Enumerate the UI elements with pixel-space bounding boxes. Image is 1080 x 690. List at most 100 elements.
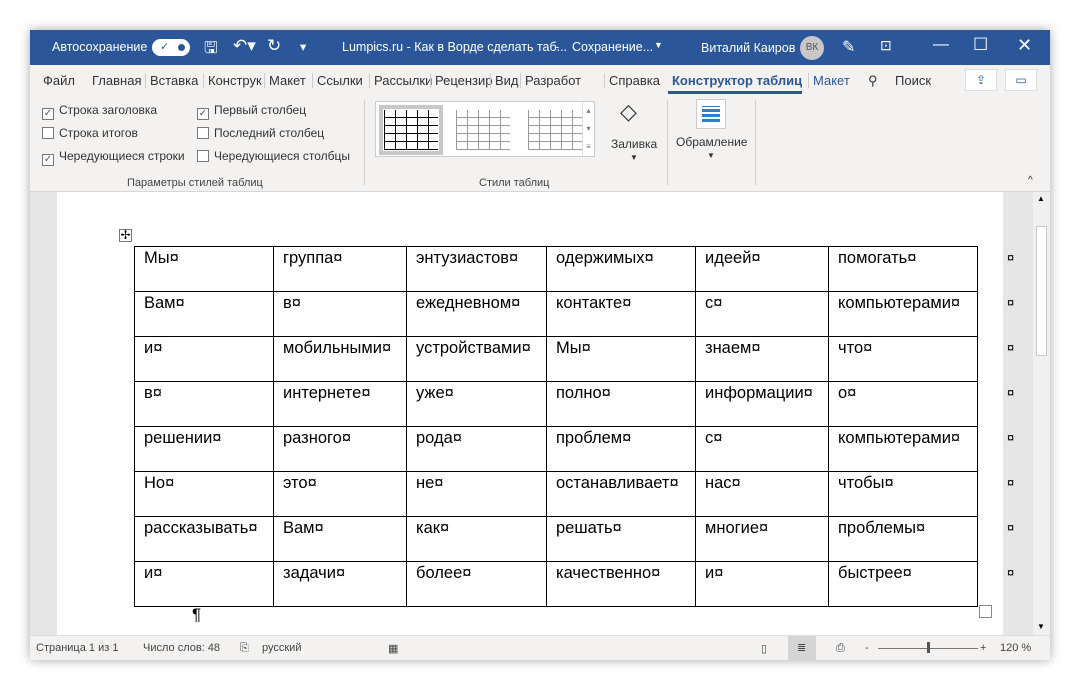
table-style-plain[interactable] [456,110,510,150]
search-icon[interactable]: ⚲ [868,73,878,89]
table-cell[interactable]: контакте¤ [546,291,696,337]
tab-layout[interactable]: Макет [264,73,306,88]
table-cell[interactable]: полно¤ [546,381,696,427]
checkbox-first-column[interactable]: ✓ Первый столбец [197,103,306,120]
table-cell[interactable]: группа¤ [273,246,407,292]
table-cell[interactable]: это¤ [273,471,407,517]
save-icon[interactable]: 🖫 [204,37,218,64]
table-cell[interactable]: решать¤ [546,516,696,562]
page-count[interactable]: Страница 1 из 1 [36,642,118,654]
table-cell[interactable]: в¤ [134,381,274,427]
table-cell[interactable]: не¤ [406,471,547,517]
share-icon[interactable]: ⇪ [965,69,997,91]
table-cell[interactable]: чтобы¤ [828,471,978,517]
table-cell[interactable]: компьютерами¤ [828,291,978,337]
borders-button[interactable]: Обрамление [676,135,747,149]
print-layout-icon[interactable]: ≣ [788,636,816,660]
shading-icon[interactable]: ◇ [620,99,637,125]
tab-insert[interactable]: Вставка [145,73,198,88]
table-cell[interactable]: рода¤ [406,426,547,472]
table-cell[interactable]: о¤ [828,381,978,427]
table-move-handle[interactable]: ✢ [119,229,132,242]
table-cell[interactable]: Вам¤ [273,516,407,562]
table-cell[interactable]: интернете¤ [273,381,407,427]
table-cell[interactable]: идеей¤ [695,246,829,292]
chevron-down-icon[interactable]: ▼ [654,40,663,50]
table-cell[interactable]: проблем¤ [546,426,696,472]
tab-table-design[interactable]: Конструктор таблиц [668,73,803,94]
comments-icon[interactable]: ▭ [1005,69,1037,91]
tab-design[interactable]: Конструк [203,73,262,88]
borders-icon[interactable] [696,99,726,129]
checkbox-banded-rows[interactable]: ✓ Чередующиеся строки [42,149,185,166]
checkbox-last-column[interactable]: Последний столбец [197,126,324,140]
undo-icon[interactable]: ↶▾ [233,36,256,56]
table-cell[interactable]: проблемы¤ [828,516,978,562]
proofing-icon[interactable]: ⎘ [240,642,249,655]
table-style-light[interactable] [528,110,582,150]
table-cell[interactable]: Но¤ [134,471,274,517]
tab-references[interactable]: Ссылки [312,73,363,88]
table-cell[interactable]: ежедневном¤ [406,291,547,337]
table-cell[interactable]: компьютерами¤ [828,426,978,472]
minimize-icon[interactable]: — [933,36,949,54]
zoom-out-icon[interactable]: - [865,642,869,654]
table-cell[interactable]: энтузиастов¤ [406,246,547,292]
table-cell[interactable]: Вам¤ [134,291,274,337]
autosave-toggle[interactable]: ✓ [152,39,190,56]
tab-review[interactable]: Рецензир [430,73,493,88]
close-icon[interactable]: ✕ [1017,35,1032,56]
table-cell[interactable]: что¤ [828,336,978,382]
table-cell[interactable]: и¤ [134,561,274,607]
table-cell[interactable]: с¤ [695,426,829,472]
table-cell[interactable]: и¤ [695,561,829,607]
collapse-ribbon-icon[interactable]: ^ [1028,175,1033,186]
web-layout-icon[interactable]: ⎙ [836,642,845,655]
search-label[interactable]: Поиск [895,73,931,88]
table-cell[interactable]: устройствами¤ [406,336,547,382]
tab-file[interactable]: Файл [43,73,75,88]
user-name[interactable]: Виталий Каиров [701,41,795,55]
tab-view[interactable]: Вид [490,73,519,88]
table-cell[interactable]: информации¤ [695,381,829,427]
table-resize-handle[interactable] [979,605,992,618]
tab-table-layout[interactable]: Макет [808,73,850,88]
zoom-slider-thumb[interactable] [927,642,930,653]
table-cell[interactable]: и¤ [134,336,274,382]
zoom-in-icon[interactable]: + [980,642,986,654]
language[interactable]: русский [262,642,301,654]
table-cell[interactable]: помогать¤ [828,246,978,292]
checkbox-total-row[interactable]: Строка итогов [42,126,138,140]
table-cell[interactable]: в¤ [273,291,407,337]
maximize-icon[interactable]: ☐ [973,35,988,55]
table-cell[interactable]: с¤ [695,291,829,337]
shading-button[interactable]: Заливка [611,137,657,151]
table-cell[interactable]: мобильными¤ [273,336,407,382]
save-status[interactable]: Сохранение... [572,40,653,54]
table-cell[interactable]: более¤ [406,561,547,607]
table-cell[interactable]: нас¤ [695,471,829,517]
table-style-grid[interactable] [379,105,443,155]
table-cell[interactable]: качественно¤ [546,561,696,607]
table-cell[interactable]: как¤ [406,516,547,562]
table-cell[interactable]: задачи¤ [273,561,407,607]
scroll-thumb[interactable] [1036,226,1047,356]
redo-icon[interactable]: ↻ [267,36,281,56]
table-cell[interactable]: знаем¤ [695,336,829,382]
document-table[interactable]: Мы¤ группа¤ энтузиастов¤ одержимых¤ идеей¤ по… [134,246,978,607]
table-cell[interactable]: рассказывать¤ [134,516,274,562]
table-cell[interactable]: останавливает¤ [546,471,696,517]
table-cell[interactable]: одержимых¤ [546,246,696,292]
table-cell[interactable]: быстрее¤ [828,561,978,607]
macro-icon[interactable]: ▦ [388,642,398,655]
avatar[interactable]: ВК [800,36,824,60]
tab-help[interactable]: Справка [604,73,660,88]
table-cell[interactable]: уже¤ [406,381,547,427]
tab-home[interactable]: Главная [92,73,141,88]
checkbox-header-row[interactable]: ✓ Строка заголовка [42,103,157,120]
table-cell[interactable]: разного¤ [273,426,407,472]
gallery-scroll[interactable]: ▴ ▾ ≡ [582,102,594,156]
word-count[interactable]: Число слов: 48 [143,642,220,654]
premium-icon[interactable]: ✎ [842,37,855,57]
checkbox-banded-columns[interactable]: Чередующиеся столбцы [197,149,350,163]
